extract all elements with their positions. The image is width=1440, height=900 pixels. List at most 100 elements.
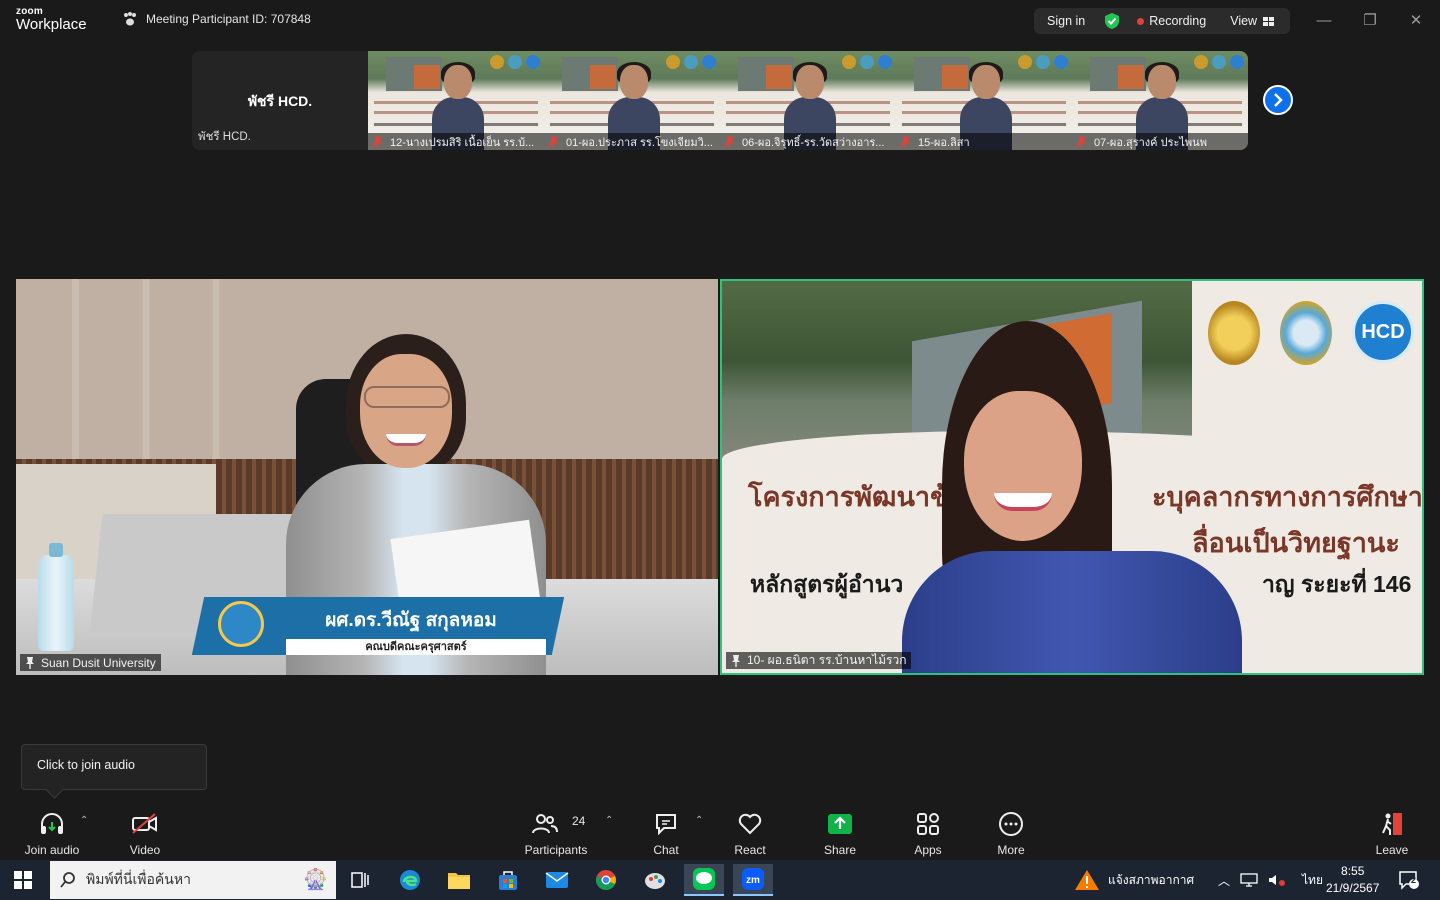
participant-tile-self[interactable]: พัชรี HCD. พัชรี HCD. bbox=[192, 51, 368, 150]
grid-icon bbox=[1263, 16, 1275, 26]
meeting-toolbar: Join audio ⌃ Video Participants 24 ⌃ Cha… bbox=[0, 801, 1440, 860]
participant-tile[interactable]: 15-ผอ.ลิสา bbox=[896, 51, 1072, 150]
paw-icon bbox=[124, 12, 136, 26]
logo-icon bbox=[490, 55, 504, 69]
university-seal-icon bbox=[218, 601, 264, 647]
leave-button[interactable]: Leave bbox=[1370, 801, 1414, 860]
chat-icon bbox=[656, 814, 676, 835]
close-icon: ✕ bbox=[1409, 12, 1423, 29]
recording-indicator[interactable]: Recording bbox=[1149, 14, 1206, 28]
sign-in-link[interactable]: Sign in bbox=[1047, 14, 1085, 28]
pin-icon bbox=[732, 654, 740, 667]
apps-button[interactable]: Apps bbox=[906, 801, 950, 860]
zoom-app-icon[interactable]: zm bbox=[733, 864, 773, 896]
participant-tile[interactable]: 01-ผอ.ประภาส รร.โขงเจียมวิ... bbox=[544, 51, 720, 150]
join-audio-label: Join audio bbox=[24, 843, 80, 857]
logo-icon bbox=[1018, 55, 1032, 69]
participant-name-large: พัชรี HCD. bbox=[247, 93, 313, 109]
audio-options-caret-icon[interactable]: ⌃ bbox=[80, 815, 88, 826]
shield-check-icon[interactable] bbox=[1103, 12, 1121, 30]
header-pill: Sign in Recording View bbox=[1034, 8, 1290, 34]
logo-icon bbox=[842, 55, 856, 69]
task-view-icon[interactable] bbox=[340, 864, 380, 896]
logo-icon bbox=[666, 55, 680, 69]
thumb-logos bbox=[666, 55, 716, 69]
chat-button[interactable]: Chat bbox=[644, 801, 688, 860]
thumb-logos bbox=[842, 55, 892, 69]
zoom-logo: zoom Workplace bbox=[16, 7, 87, 33]
input-language[interactable]: ไทย bbox=[1302, 871, 1323, 890]
minimize-button[interactable]: — bbox=[1304, 8, 1344, 32]
logo-icon bbox=[1194, 55, 1208, 69]
weather-warning-icon bbox=[1075, 870, 1099, 890]
logo-icon bbox=[702, 55, 716, 69]
weather-text: แจ้งสภาพอากาศ bbox=[1108, 872, 1195, 887]
share-button[interactable]: Share bbox=[818, 801, 862, 860]
windows-start-icon[interactable] bbox=[14, 871, 32, 889]
video-tile-right-active-speaker[interactable]: HCD โครงการพัฒนาข้ ะบุคลากรทางการศึกษา ล… bbox=[720, 279, 1424, 675]
volume-muted-icon[interactable] bbox=[1268, 873, 1286, 887]
more-button[interactable]: More bbox=[989, 801, 1033, 860]
meeting-id-text: Meeting Participant ID: 707848 bbox=[146, 12, 311, 26]
background-title-line3-cont: าญ ระยะที่ 146 bbox=[1262, 571, 1412, 597]
participant-tile[interactable]: 12-นางเปรมสิริ เนื้อเย็น รร.บ้... bbox=[368, 51, 544, 150]
notification-center-button[interactable]: 2 bbox=[1398, 860, 1420, 900]
video-button[interactable]: Video bbox=[116, 801, 174, 860]
store-icon[interactable] bbox=[488, 864, 528, 896]
search-icon bbox=[60, 872, 75, 888]
pin-icon bbox=[26, 656, 34, 669]
view-button[interactable]: View bbox=[1230, 14, 1275, 28]
maximize-icon: ❐ bbox=[1363, 12, 1377, 29]
windows-taskbar: พิมพ์ที่นี่เพื่อค้นหา 🎡 zm แจ้งสภาพอากาศ… bbox=[0, 860, 1440, 900]
next-page-button[interactable] bbox=[1263, 85, 1293, 115]
leave-label: Leave bbox=[1375, 843, 1409, 857]
participant-filmstrip: พัชรี HCD. พัชรี HCD. 12-นางเปรมสิริ เนื… bbox=[192, 51, 1248, 150]
search-placeholder: พิมพ์ที่นี่เพื่อค้นหา bbox=[86, 871, 191, 887]
mail-icon[interactable] bbox=[537, 864, 577, 896]
line-icon[interactable] bbox=[684, 864, 724, 896]
search-highlight-icon: 🎡 bbox=[303, 869, 328, 891]
svg-text:zm: zm bbox=[746, 875, 760, 886]
apps-label: Apps bbox=[914, 843, 942, 857]
video-name-label: Suan Dusit University bbox=[20, 654, 161, 671]
chrome-icon[interactable] bbox=[586, 864, 626, 896]
participants-icon bbox=[532, 814, 558, 834]
notification-icon bbox=[1399, 871, 1419, 890]
mic-muted-icon bbox=[372, 135, 382, 148]
weather-widget[interactable]: แจ้งสภาพอากาศ bbox=[1074, 860, 1194, 900]
participant-tile[interactable]: 07-ผอ.สุรางค์ ประไพนพ bbox=[1072, 51, 1248, 150]
share-screen-icon bbox=[828, 814, 852, 834]
video-tile-left[interactable]: ผศ.ดร.วีณัฐ สกุลหอม คณบดีคณะครุศาสตร์ Su… bbox=[16, 279, 718, 675]
edge-icon[interactable] bbox=[390, 864, 430, 896]
participant-label: 07-ผอ.สุรางค์ ประไพนพ bbox=[1072, 133, 1248, 150]
minimize-icon: — bbox=[1316, 11, 1332, 29]
logo-icon bbox=[878, 55, 892, 69]
meeting-id: Meeting Participant ID: 707848 bbox=[122, 12, 311, 26]
paint-icon[interactable] bbox=[635, 864, 675, 896]
react-button[interactable]: React bbox=[728, 801, 772, 860]
notification-count: 2 bbox=[1411, 875, 1417, 885]
maximize-button[interactable]: ❐ bbox=[1350, 8, 1390, 32]
participants-button[interactable]: Participants bbox=[520, 801, 592, 860]
join-audio-tooltip[interactable]: Click to join audio bbox=[21, 744, 207, 790]
join-audio-button[interactable]: Join audio bbox=[20, 801, 84, 860]
participants-label: Participants bbox=[524, 843, 588, 857]
video-label: Video bbox=[129, 843, 161, 857]
participant-tile[interactable]: 06-ผอ.จิรุทธิ์-รร.วัดสว่างอาร... bbox=[720, 51, 896, 150]
mic-muted-icon bbox=[724, 135, 734, 148]
clock[interactable]: 8:55 21/9/2567 bbox=[1326, 860, 1379, 900]
participant-name: 15-ผอ.ลิสา bbox=[918, 136, 970, 149]
logo-icon bbox=[1036, 55, 1050, 69]
more-icon bbox=[999, 812, 1023, 836]
logo-icon bbox=[1212, 55, 1226, 69]
file-explorer-icon[interactable] bbox=[439, 864, 479, 896]
participants-options-caret-icon[interactable]: ⌃ bbox=[605, 815, 613, 826]
chat-options-caret-icon[interactable]: ⌃ bbox=[695, 815, 703, 826]
network-icon[interactable] bbox=[1240, 873, 1258, 887]
mic-muted-icon bbox=[900, 135, 910, 148]
taskbar-search-box[interactable]: พิมพ์ที่นี่เพื่อค้นหา 🎡 bbox=[50, 861, 336, 899]
more-label: More bbox=[997, 843, 1025, 857]
tray-overflow-chevron-icon[interactable]: ︿ bbox=[1218, 872, 1230, 889]
close-button[interactable]: ✕ bbox=[1396, 8, 1436, 32]
mic-muted-icon bbox=[548, 135, 558, 148]
